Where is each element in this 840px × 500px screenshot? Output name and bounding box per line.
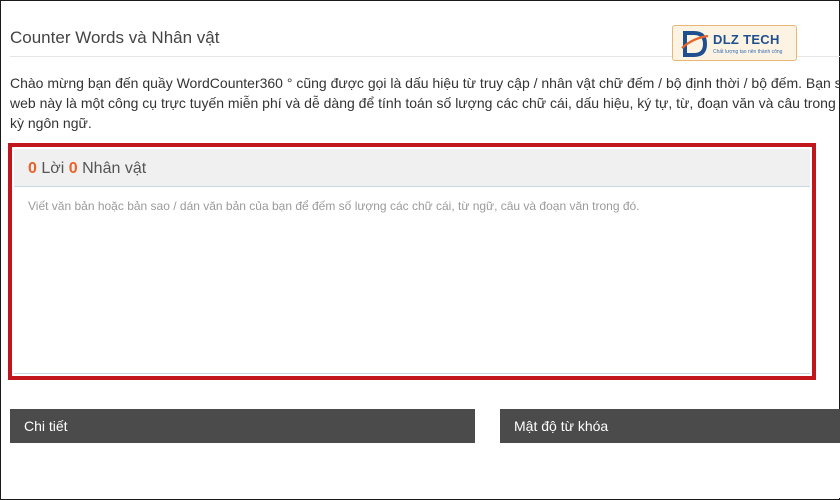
dlz-logo-icon [681, 31, 709, 57]
word-counter-box: 0 Lời 0 Nhân vật [8, 143, 816, 380]
intro-line: kỳ ngôn ngữ. [10, 115, 92, 131]
brand-logo: DLZ TECH Chất lượng tạo nên thành công [672, 25, 797, 61]
keyword-density-panel-body [500, 443, 840, 498]
intro-text: Chào mừng bạn đến quầy WordCounter360 ° … [10, 73, 840, 133]
word-count-label: Lời [41, 160, 65, 177]
details-panel-header[interactable]: Chi tiết [10, 409, 475, 443]
counter-header: 0 Lời 0 Nhân vật [14, 149, 810, 187]
logo-slogan: Chất lượng tạo nên thành công [713, 49, 783, 55]
char-count-label: Nhân vật [82, 160, 147, 177]
intro-line: web này là một công cụ trực tuyến miễn p… [10, 95, 840, 111]
char-count-value: 0 [68, 160, 78, 177]
text-input-area[interactable] [14, 187, 810, 374]
word-count-value: 0 [28, 160, 37, 177]
page-title: Counter Words và Nhân vật [10, 28, 220, 47]
logo-brand-text: DLZ TECH [713, 32, 780, 47]
keyword-density-panel-header[interactable]: Mật độ từ khóa [500, 409, 840, 443]
details-panel-body [10, 443, 475, 498]
intro-line: Chào mừng bạn đến quầy WordCounter360 ° … [10, 75, 840, 91]
